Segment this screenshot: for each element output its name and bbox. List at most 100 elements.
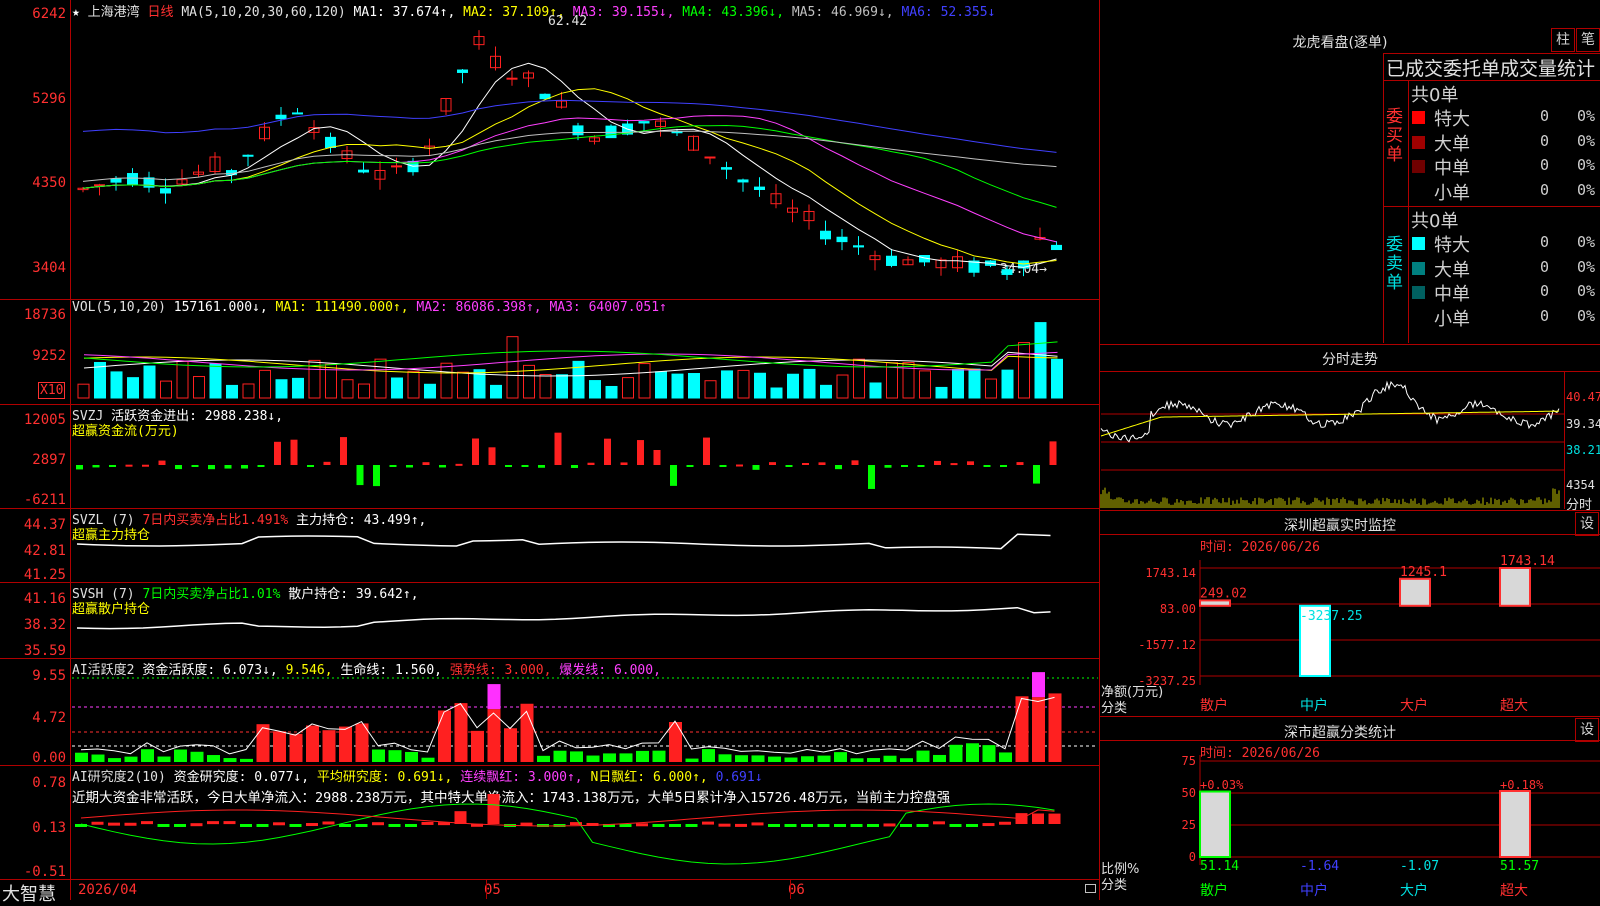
classify-category: 散户 (1200, 882, 1228, 899)
flow-bar (983, 465, 991, 467)
activity-line (80, 696, 1055, 755)
classify-top-label: +0.18% (1500, 778, 1544, 792)
activity-bar (223, 758, 237, 762)
order-type: 大单 (1434, 133, 1470, 155)
order-count: 0 (1540, 131, 1550, 150)
monitor-tick: 83.00 (1159, 602, 1196, 616)
activity-bar (570, 751, 583, 762)
dragon-subtitle: 已成交委托单成交量统计 (1386, 58, 1596, 80)
flow-bar (587, 462, 595, 465)
ai2-tick: -0.51 (23, 864, 66, 880)
candle-body (820, 230, 831, 240)
flow-bar (835, 465, 842, 470)
classify-tick: 25 (1181, 818, 1196, 832)
volume-bar (209, 363, 222, 399)
classify-category: 超大 (1500, 883, 1528, 899)
svsh-tick: 35.59 (23, 643, 66, 659)
research-bar (652, 824, 665, 827)
candle-body (275, 114, 287, 120)
activity-bar (850, 758, 864, 762)
activity-bar (751, 755, 765, 762)
ai2-a: 资金研究度: 0.077↓, (173, 770, 310, 785)
research-bar (619, 824, 632, 827)
order-swatch (1412, 160, 1425, 173)
activity-bar (669, 722, 682, 762)
research-bar (1032, 813, 1044, 824)
volume-bar (688, 373, 700, 399)
volume-bar (836, 374, 849, 399)
ai-activity-chart[interactable] (72, 672, 1098, 762)
flow-bar (703, 437, 710, 465)
ai2-header: AI研究度2(10) 资金研究度: 0.077↓, 平均研究度: 0.691↓,… (72, 766, 763, 785)
classify-bar-label: -1.64 (1300, 859, 1339, 874)
classify-bar-chart[interactable]: 51.14 散户 -1.64 中户 -1.07 大户 51.57 超大 +0.03% +0.18% (1199, 755, 1600, 900)
research-bar (273, 822, 285, 826)
dragon-title: 龙虎看盘(逐单) (1292, 35, 1388, 51)
flow-bar (109, 465, 116, 467)
volume-bar (605, 385, 618, 399)
svsh-chart[interactable] (72, 596, 1098, 656)
activity-bar (421, 757, 435, 762)
volume-bar (754, 372, 766, 399)
activity-bar (75, 752, 88, 762)
flow-bar (191, 465, 199, 467)
vol-tick: 18736 (23, 307, 66, 323)
flow-bar (769, 462, 776, 465)
intraday-tick: 38.21 (1566, 443, 1600, 457)
classify-settings-button[interactable]: 设 (1575, 718, 1599, 742)
research-bar (405, 824, 417, 827)
volume-chart[interactable] (72, 318, 1098, 399)
intraday-chart[interactable] (1100, 372, 1564, 508)
lock-icon[interactable] (1085, 884, 1096, 893)
monitor-category: 散户 (1200, 697, 1228, 714)
volume-bar (919, 370, 931, 399)
volume-bar (1051, 358, 1063, 399)
research-bar (339, 824, 351, 827)
classify-bar (1499, 789, 1531, 858)
activity-bar (801, 756, 814, 762)
svzl-chart[interactable] (72, 520, 1098, 580)
candlestick-chart[interactable] (72, 14, 1098, 298)
candle-body (457, 69, 468, 73)
research-bar (124, 822, 137, 826)
activity-bar (124, 756, 138, 762)
ai-research-chart[interactable] (72, 794, 1098, 878)
bar-view-button[interactable]: 柱 (1551, 28, 1575, 52)
pen-view-button[interactable]: 笔 (1576, 28, 1600, 52)
order-pct: 0% (1577, 282, 1596, 300)
volume-bar (589, 380, 601, 399)
activity-bar (718, 754, 732, 762)
flow-bar (241, 465, 248, 469)
monitor-settings-button[interactable]: 设 (1575, 512, 1599, 536)
activity-bar (603, 753, 616, 762)
volume-bar (869, 382, 882, 399)
monitor-top-border (1100, 510, 1600, 511)
research-bar (867, 824, 879, 827)
flow-bar (472, 438, 479, 465)
svzj-tick: -6211 (23, 492, 66, 508)
volume-bar (292, 377, 304, 399)
order-pct: 0% (1577, 233, 1596, 251)
research-bar (223, 821, 236, 825)
activity-bar (735, 755, 748, 762)
price-tick: 5296 (32, 91, 66, 107)
flow-bar (686, 465, 694, 467)
activity-bar (256, 724, 270, 762)
flow-bar (521, 465, 529, 467)
svzj-chart[interactable] (72, 425, 1098, 505)
flow-bar (785, 465, 793, 467)
vol-tick: 9252 (32, 348, 66, 364)
classify-category: 中户 (1300, 882, 1328, 899)
classify-bar (1199, 790, 1231, 858)
candle-body (836, 236, 848, 243)
flow-bar (158, 460, 166, 465)
research-bar (685, 824, 698, 827)
order-type: 大单 (1434, 259, 1470, 281)
volume-bar (193, 376, 205, 399)
intraday-title: 分时走势 (1322, 352, 1378, 368)
flow-bar (505, 465, 512, 467)
monitor-bar-label: 1743.14 (1500, 554, 1555, 569)
flow-bar (439, 465, 446, 468)
monitor-bar-chart[interactable]: 249.02 散户 -3237.25 中户 1245.1 大户 1743.14 超大 (1199, 540, 1600, 715)
research-bar (900, 824, 912, 827)
